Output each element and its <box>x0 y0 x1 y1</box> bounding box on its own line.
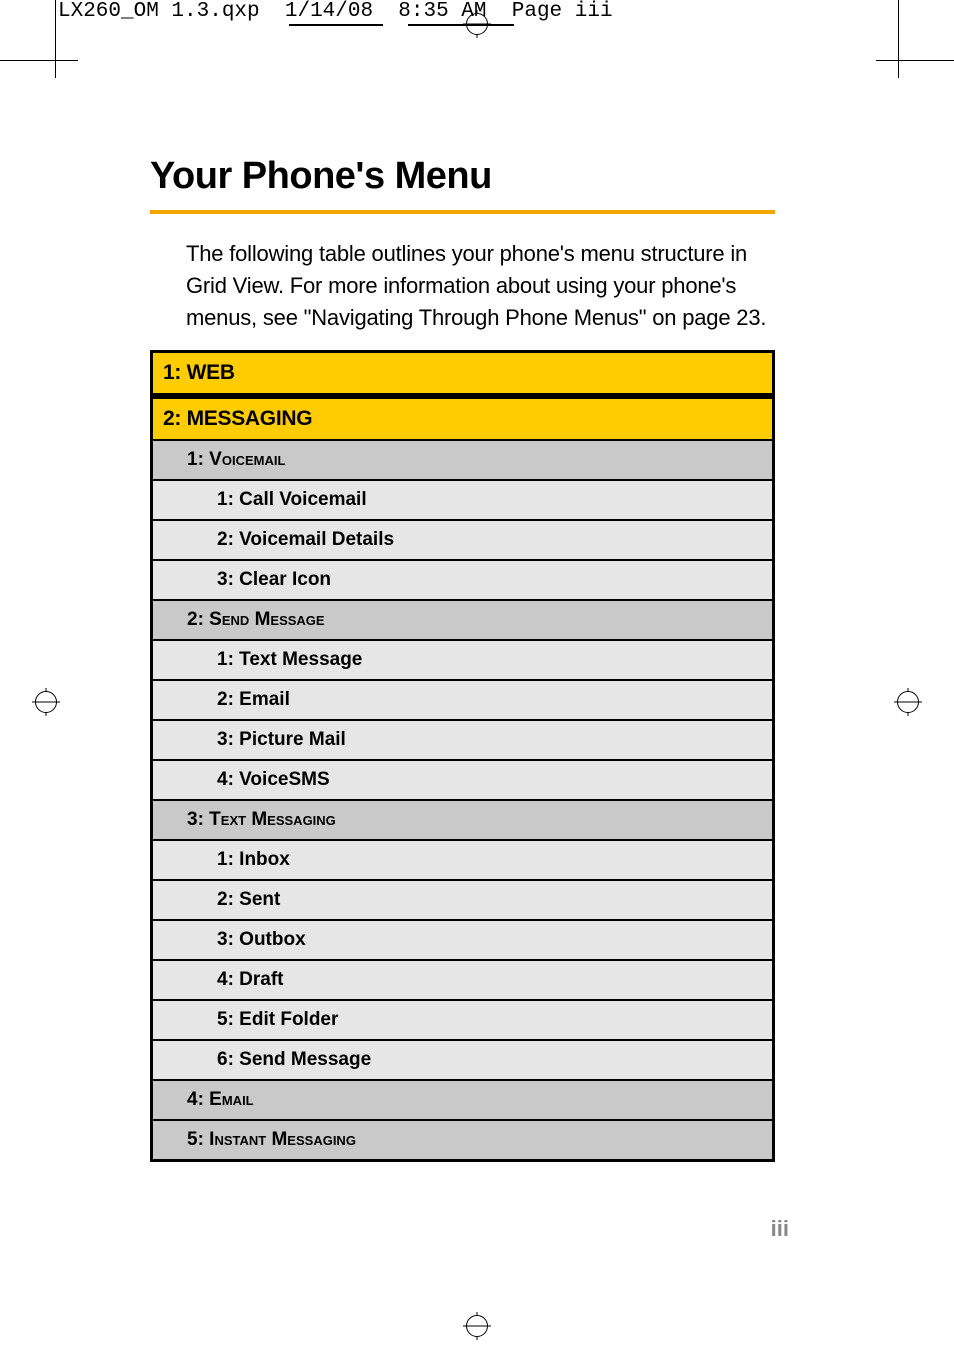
crop-mark <box>876 60 954 61</box>
menu-item: 2: Voicemail Details <box>152 520 773 560</box>
menu-section-messaging: 2: MESSAGING <box>152 398 773 440</box>
menu-item: 3: Outbox <box>152 920 773 960</box>
menu-item: 2: Sent <box>152 880 773 920</box>
menu-group-send-message: 2: Send Message <box>152 600 773 640</box>
menu-group-label: 1: Voicemail <box>187 449 285 470</box>
slug-time: 8:35 AM <box>398 0 486 23</box>
menu-group-label: 3: Text Messaging <box>187 809 336 830</box>
menu-group-voicemail: 1: Voicemail <box>152 440 773 480</box>
menu-item: 1: Text Message <box>152 640 773 680</box>
menu-group-label: 5: Instant Messaging <box>187 1129 356 1150</box>
crop-mark <box>898 0 899 78</box>
menu-item: 6: Send Message <box>152 1040 773 1080</box>
menu-group-text-messaging: 3: Text Messaging <box>152 800 773 840</box>
menu-group-instant-messaging: 5: Instant Messaging <box>152 1120 773 1160</box>
print-slug: LX260_OM 1.3.qxp 1/14/08 8:35 AM Page ii… <box>58 0 613 23</box>
menu-item: 5: Edit Folder <box>152 1000 773 1040</box>
menu-item: 1: Inbox <box>152 840 773 880</box>
slug-page: Page iii <box>512 0 613 23</box>
slug-filename: LX260_OM 1.3.qxp <box>58 0 260 23</box>
crop-mark <box>0 60 78 61</box>
page-title: Your Phone's Menu <box>150 155 775 198</box>
title-rule <box>150 210 775 214</box>
menu-section-web: 1: WEB <box>152 352 773 394</box>
registration-mark-icon <box>894 688 922 716</box>
menu-group-label: 4: Email <box>187 1089 254 1110</box>
registration-mark-icon <box>32 688 60 716</box>
menu-group-label: 2: Send Message <box>187 609 325 630</box>
slug-underline <box>289 24 383 26</box>
menu-table: 1: WEB 2: MESSAGING 1: Voicemail 1: Call… <box>150 350 775 1162</box>
menu-item: 1: Call Voicemail <box>152 480 773 520</box>
menu-item: 4: Draft <box>152 960 773 1000</box>
menu-item: 3: Picture Mail <box>152 720 773 760</box>
menu-item: 3: Clear Icon <box>152 560 773 600</box>
slug-underline <box>408 24 514 26</box>
crop-mark <box>55 0 56 78</box>
intro-paragraph: The following table outlines your phone'… <box>186 238 775 334</box>
menu-item: 4: VoiceSMS <box>152 760 773 800</box>
page-content: Your Phone's Menu The following table ou… <box>150 155 775 1162</box>
registration-mark-icon <box>463 1312 491 1340</box>
menu-item: 2: Email <box>152 680 773 720</box>
page-number: iii <box>771 1216 789 1242</box>
slug-date: 1/14/08 <box>285 0 373 23</box>
menu-group-email: 4: Email <box>152 1080 773 1120</box>
